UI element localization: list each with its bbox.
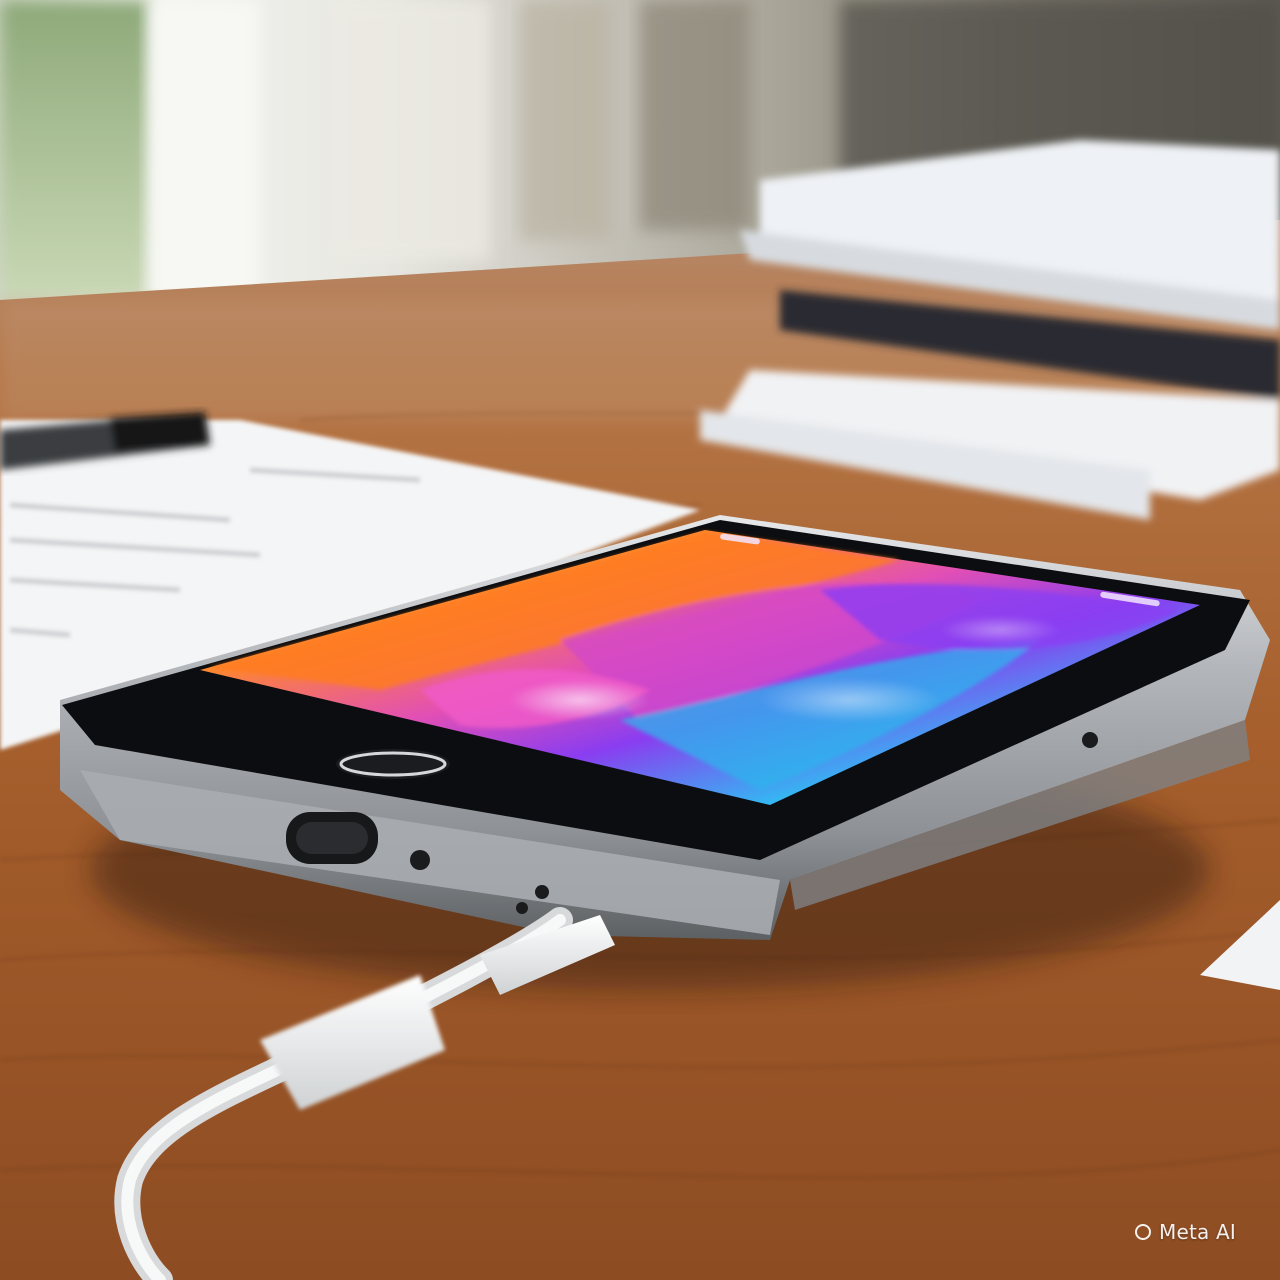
meta-ai-ring-icon [1135, 1224, 1151, 1240]
watermark: Meta AI [1135, 1220, 1236, 1244]
watermark-label: Meta AI [1159, 1220, 1236, 1244]
headphone-jack [1082, 732, 1098, 748]
photo-illustration [0, 0, 1280, 1280]
mic-hole [410, 850, 430, 870]
window-frame [150, 0, 260, 300]
photo-scene: Meta AI [0, 0, 1280, 1280]
curtain-fold [520, 0, 610, 240]
window-foliage [0, 0, 150, 300]
